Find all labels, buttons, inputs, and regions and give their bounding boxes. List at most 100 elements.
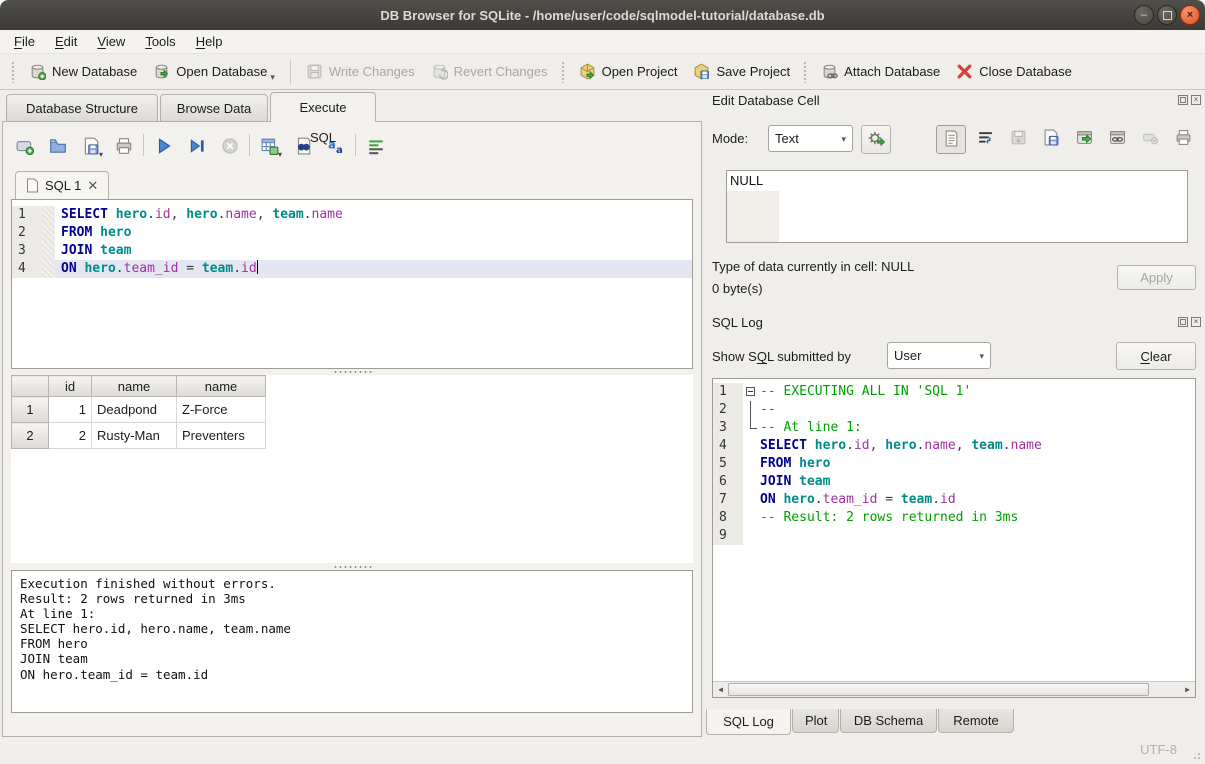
tab-remote[interactable]: Remote: [938, 709, 1014, 733]
tab-db-schema[interactable]: DB Schema: [840, 709, 937, 733]
import-cell-button[interactable]: [1004, 125, 1032, 152]
tab-database-structure[interactable]: Database Structure: [6, 94, 158, 121]
open-project-button[interactable]: Open Project: [571, 59, 686, 84]
column-header-name2[interactable]: name: [177, 376, 266, 397]
log-filter-select[interactable]: User ▾: [887, 342, 991, 369]
clear-button[interactable]: Clear: [1116, 342, 1196, 370]
cell-hero-name[interactable]: Deadpond: [92, 397, 177, 423]
cell-hero-name[interactable]: Rusty-Man: [92, 423, 177, 449]
save-project-icon: [693, 63, 710, 80]
toolbar-handle[interactable]: [11, 61, 16, 83]
stop-icon: [221, 137, 238, 154]
fold-margin: [743, 491, 760, 509]
save-project-button[interactable]: Save Project: [685, 59, 798, 84]
toolbar-handle[interactable]: [561, 61, 566, 83]
chevron-down-icon: ▾: [841, 136, 846, 142]
cell-id[interactable]: 2: [49, 423, 92, 449]
horizontal-scrollbar[interactable]: ◀ ▶: [713, 681, 1195, 697]
save-sql-file-button[interactable]: ▾: [77, 132, 103, 158]
menu-help[interactable]: Help: [186, 30, 233, 53]
scrollbar-thumb[interactable]: [728, 683, 1149, 696]
column-header-name[interactable]: name: [92, 376, 177, 397]
execute-line-button[interactable]: [183, 132, 209, 158]
fold-margin: [743, 509, 760, 527]
open-database-button[interactable]: Open Database ▾: [145, 59, 283, 84]
toolbar-separator: [143, 134, 144, 156]
attach-database-button[interactable]: Attach Database: [813, 59, 948, 84]
new-database-button[interactable]: New Database: [21, 59, 145, 84]
new-tab-button[interactable]: [11, 132, 37, 158]
cell-team-name[interactable]: Preventers: [177, 423, 266, 449]
stop-button[interactable]: [216, 132, 242, 158]
resize-grip-icon[interactable]: [1189, 748, 1202, 761]
word-wrap-button[interactable]: [971, 125, 999, 152]
table-row[interactable]: 1 1 Deadpond Z-Force: [12, 397, 266, 423]
message-line: At line 1:: [20, 606, 684, 621]
menu-tools[interactable]: Tools: [135, 30, 185, 53]
log-line: 5FROM hero: [713, 455, 1195, 473]
indent-button[interactable]: [362, 132, 388, 158]
print-cell-button[interactable]: [1169, 125, 1197, 152]
cell-team-name[interactable]: Z-Force: [177, 397, 266, 423]
tab-sql-log[interactable]: SQL Log: [706, 709, 791, 735]
minimize-button[interactable]: –: [1134, 5, 1154, 25]
menu-view[interactable]: View: [87, 30, 135, 53]
maximize-button[interactable]: [1157, 5, 1177, 25]
text-mode-button[interactable]: [936, 125, 966, 154]
editor-line-current: 4ON hero.team_id = team.id: [12, 260, 692, 278]
mode-select[interactable]: Text ▾: [768, 125, 853, 152]
message-line: Execution finished without errors.: [20, 576, 684, 591]
print-button[interactable]: [110, 132, 136, 158]
toolbar-handle[interactable]: [803, 61, 808, 83]
column-header-id[interactable]: id: [49, 376, 92, 397]
open-sql-icon: [49, 137, 66, 154]
table-row[interactable]: 2 2 Rusty-Man Preventers: [12, 423, 266, 449]
chevron-down-icon: ▾: [270, 74, 275, 80]
results-grid[interactable]: id name name 1 1 Deadpond Z-Force 2 2 Ru…: [11, 375, 693, 563]
tab-plot[interactable]: Plot: [792, 709, 839, 733]
close-button[interactable]: ×: [1180, 5, 1200, 25]
close-tab-icon[interactable]: ✕: [87, 178, 98, 194]
chevron-down-icon: ▾: [278, 150, 282, 159]
row-header[interactable]: 1: [12, 397, 49, 423]
splitter-handle[interactable]: [333, 565, 373, 569]
set-null-button[interactable]: [1136, 125, 1164, 152]
save-cell-icon: [1043, 129, 1060, 149]
fold-collapse-icon[interactable]: [746, 387, 755, 396]
close-icon[interactable]: ×: [1191, 95, 1201, 105]
message-line: ON hero.team_id = team.id: [20, 667, 684, 682]
revert-changes-button[interactable]: Revert Changes: [423, 59, 556, 84]
log-panel-window-buttons: ×: [1178, 317, 1201, 327]
save-cell-button[interactable]: [1037, 125, 1065, 152]
open-sql-file-button[interactable]: [44, 132, 70, 158]
link-cell-button[interactable]: [1103, 125, 1131, 152]
log-filter-value: User: [894, 348, 921, 363]
export-cell-button[interactable]: [1070, 125, 1098, 152]
execute-all-button[interactable]: [150, 132, 176, 158]
scroll-left-icon[interactable]: ◀: [713, 682, 728, 697]
tab-execute-sql[interactable]: Execute SQL: [270, 92, 376, 122]
close-database-button[interactable]: Close Database: [948, 59, 1080, 84]
sql-editor[interactable]: 1SELECT hero.id, hero.name, team.name 2F…: [11, 199, 693, 369]
float-icon[interactable]: [1178, 95, 1188, 105]
sql-log-view[interactable]: 1-- EXECUTING ALL IN 'SQL 1' 2-- 3-- At …: [712, 378, 1196, 698]
close-icon[interactable]: ×: [1191, 317, 1201, 327]
scroll-right-icon[interactable]: ▶: [1180, 682, 1195, 697]
apply-button[interactable]: Apply: [1117, 265, 1196, 290]
apply-settings-button[interactable]: [861, 125, 891, 154]
execution-message-panel[interactable]: Execution finished without errors. Resul…: [11, 570, 693, 713]
fold-margin: [743, 455, 760, 473]
tab-browse-data[interactable]: Browse Data: [160, 94, 268, 121]
save-results-button[interactable]: ▾: [256, 132, 282, 158]
sql-document-tab[interactable]: SQL 1 ✕: [15, 171, 109, 199]
cell-id[interactable]: 1: [49, 397, 92, 423]
save-project-label: Save Project: [716, 64, 790, 79]
float-icon[interactable]: [1178, 317, 1188, 327]
menu-file[interactable]: File: [4, 30, 45, 53]
cell-value-editor[interactable]: NULL: [726, 170, 1188, 243]
row-header[interactable]: 2: [12, 423, 49, 449]
splitter-handle[interactable]: [333, 370, 373, 374]
write-changes-button[interactable]: Write Changes: [298, 59, 423, 84]
toolbar-separator: [290, 60, 291, 84]
menu-edit[interactable]: Edit: [45, 30, 87, 53]
